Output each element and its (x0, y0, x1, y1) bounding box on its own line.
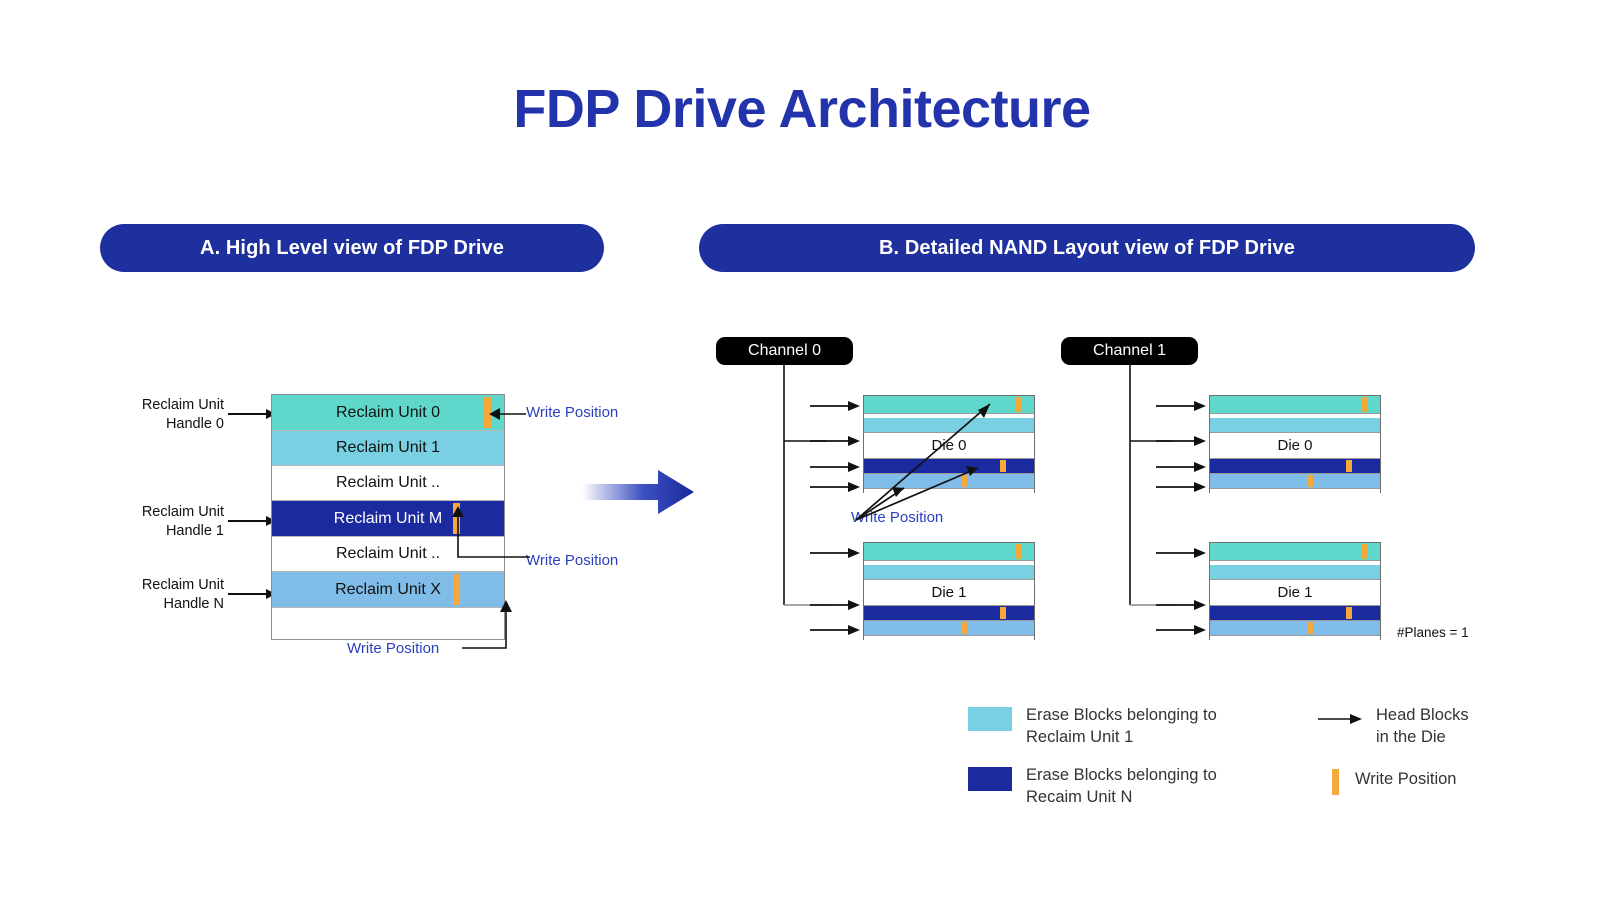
diagram-canvas: FDP Drive Architecture A. High Level vie… (0, 0, 1604, 904)
write-position-marker (1016, 544, 1022, 559)
die-band-die-label-band: Die 0 (1210, 433, 1380, 459)
die-band-bottom-white (1210, 636, 1380, 641)
reclaim-unit-label: Reclaim Unit M (333, 509, 443, 527)
legend-label: Head Blocks in the Die (1376, 706, 1469, 746)
page-title: FDP Drive Architecture (513, 79, 1091, 139)
write-position-marker (1000, 607, 1006, 619)
die-band-bottom-white (1210, 489, 1380, 494)
die-band-reclaim-unit-n (864, 606, 1034, 621)
legend-item-head-blocks: Head Blocks in the Die (1318, 704, 1469, 748)
legend-label: Write Position (1355, 770, 1457, 788)
write-position-pointer-icons (855, 403, 991, 521)
write-position-callout-ru0: Write Position (526, 404, 619, 421)
die-band-reclaim-unit-x (1210, 474, 1380, 489)
die-band-die-label-band: Die 1 (864, 580, 1034, 606)
reclaim-unit-label: Reclaim Unit 0 (335, 403, 441, 421)
die-band-reclaim-unit-1-body (864, 565, 1034, 580)
write-position-marker (1362, 544, 1368, 559)
reclaim-unit-handle-1-label: Reclaim Unit Handle 1 (104, 503, 224, 541)
reclaim-unit-row: Reclaim Unit .. (272, 466, 504, 501)
channel-1-bus-tree (1129, 365, 1206, 635)
legend-label: Erase Blocks belonging to Recaim Unit N (1026, 766, 1217, 806)
write-position-marker (1346, 607, 1352, 619)
handle-0-arrow-icon (228, 409, 276, 419)
die-band-reclaim-unit-1-body (1210, 565, 1380, 580)
write-position-callout-ruM: Write Position (526, 552, 619, 569)
die-block-channel1-die0: Die 0 (1209, 395, 1381, 494)
write-position-leader-ruM-icon (452, 506, 530, 558)
reclaim-unit-label: Reclaim Unit .. (335, 474, 441, 491)
handle-line-2: Handle N (163, 596, 224, 612)
legend-item-reclaim-unit-1: Erase Blocks belonging to Reclaim Unit 1 (968, 704, 1217, 748)
reclaim-unit-row: Reclaim Unit 1 (272, 431, 504, 466)
planes-note: #Planes = 1 (1397, 625, 1469, 640)
die-label: Die 1 (931, 584, 967, 601)
channel-1-tag: Channel 1 (1061, 337, 1198, 365)
write-position-marker (1362, 397, 1368, 412)
die-band-bottom-white (864, 636, 1034, 641)
die-label: Die 1 (1277, 584, 1313, 601)
legend-label: Erase Blocks belonging to Reclaim Unit 1 (1026, 706, 1217, 746)
legend-item-write-position: Write Position (1318, 768, 1456, 795)
die-band-reclaim-unit-n (1210, 606, 1380, 621)
legend-swatch-navy (968, 767, 1012, 791)
write-position-leader-ruX-icon (462, 600, 512, 649)
write-position-callout-ruX: Write Position (347, 640, 440, 657)
handle-n-arrow-icon (228, 589, 276, 599)
legend-arrow-icon (1318, 714, 1362, 724)
write-position-leader-ru0-icon (489, 408, 526, 420)
die-band-reclaim-unit-x (864, 621, 1034, 636)
handle-1-arrow-icon (228, 516, 276, 526)
reclaim-unit-label: Reclaim Unit 1 (335, 439, 441, 456)
die-label: Die 0 (1277, 437, 1313, 454)
reclaim-unit-label: Reclaim Unit X (335, 580, 441, 598)
die-band-reclaim-unit-x (1210, 621, 1380, 636)
legend-write-position-bar-icon (1332, 769, 1339, 795)
write-position-marker (1307, 475, 1313, 487)
reclaim-unit-handle-n-label: Reclaim Unit Handle N (104, 576, 224, 614)
handle-line-2: Handle 1 (165, 523, 224, 539)
write-position-marker (1346, 460, 1352, 472)
die-band-die-label-band: Die 1 (1210, 580, 1380, 606)
die-band-reclaim-unit-1-head (864, 543, 1034, 561)
handle-line-1: Reclaim Unit (141, 577, 224, 593)
handle-line-1: Reclaim Unit (141, 504, 224, 520)
section-header-b: B. Detailed NAND Layout view of FDP Driv… (699, 224, 1475, 272)
handle-line-1: Reclaim Unit (141, 397, 224, 413)
reclaim-unit-row: Reclaim Unit 0 (272, 395, 504, 431)
write-position-marker (1307, 622, 1313, 634)
die-block-channel0-die1: Die 1 (863, 542, 1035, 641)
write-position-marker (961, 622, 967, 634)
legend-item-reclaim-unit-n: Erase Blocks belonging to Recaim Unit N (968, 764, 1217, 808)
legend-swatch-cyan (968, 707, 1012, 731)
channel-0-tag: Channel 0 (716, 337, 853, 365)
reclaim-unit-label: Reclaim Unit .. (335, 545, 441, 562)
section-header-a: A. High Level view of FDP Drive (100, 224, 604, 272)
die-band-reclaim-unit-1-head (1210, 543, 1380, 561)
reclaim-unit-handle-0-label: Reclaim Unit Handle 0 (104, 396, 224, 434)
die-block-channel1-die1: Die 1 (1209, 542, 1381, 641)
die-band-reclaim-unit-n (1210, 459, 1380, 474)
transition-arrow-icon (582, 470, 694, 514)
die-band-reclaim-unit-1-head (1210, 396, 1380, 414)
handle-line-2: Handle 0 (165, 416, 224, 432)
die-band-reclaim-unit-1-body (1210, 418, 1380, 433)
